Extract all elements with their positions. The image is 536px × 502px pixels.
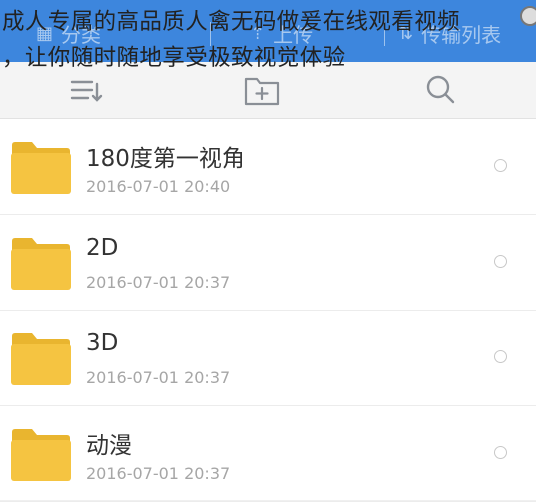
file-date: 2016-07-01 20:37 [86,273,231,292]
new-folder-icon [244,77,280,106]
select-radio[interactable] [494,159,507,172]
list-item[interactable]: 2D 2016-07-01 20:37 [0,215,536,311]
select-radio[interactable] [494,350,507,363]
list-item[interactable]: 180度第一视角 2016-07-01 20:40 [0,119,536,215]
list-item[interactable]: 动漫 2016-07-01 20:37 [0,406,536,502]
list-item[interactable]: 3D 2016-07-01 20:37 [0,310,536,406]
search-button[interactable] [420,70,460,110]
file-date: 2016-07-01 20:37 [86,464,231,483]
file-date: 2016-07-01 20:37 [86,368,231,387]
folder-icon [11,429,71,481]
sort-list-button[interactable] [66,70,106,110]
folder-icon [11,333,71,385]
search-icon [426,75,455,104]
overlay-caption-line-2: ，让你随时随地享受极致视觉体验 [2,45,346,71]
new-folder-button[interactable] [242,70,282,110]
sort-list-icon [70,80,103,102]
file-name: 2D [86,235,119,261]
file-date: 2016-07-01 20:40 [86,177,231,196]
file-list: 180度第一视角 2016-07-01 20:40 2D 2016-07-01 … [0,119,536,502]
folder-icon [11,238,71,290]
overlay-caption-line-1: 成人专属的高品质人禽无码做爰在线观看视频 [2,9,461,35]
file-name: 动漫 [86,433,132,459]
file-name: 3D [86,330,119,356]
folder-icon [11,142,71,194]
corner-circle-icon [520,6,536,26]
overlay-caption: 成人专属的高品质人禽无码做爰在线观看视频 ，让你随时随地享受极致视觉体验 [2,4,534,76]
select-radio[interactable] [494,255,507,268]
select-radio[interactable] [494,446,507,459]
file-name: 180度第一视角 [86,146,245,172]
